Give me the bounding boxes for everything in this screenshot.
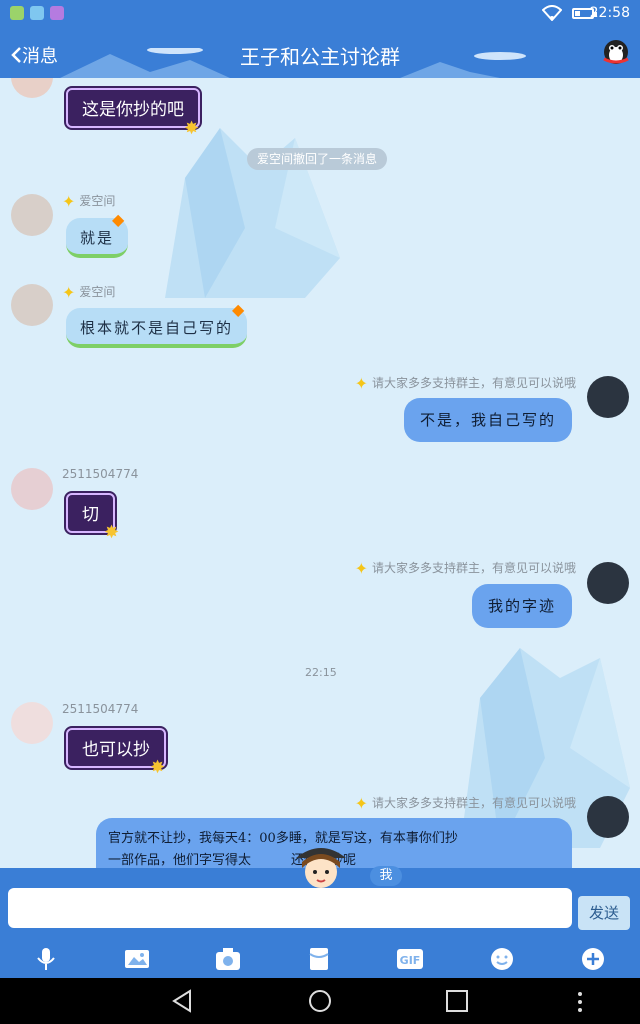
message-bubble[interactable]: 我的字迹 xyxy=(471,584,572,628)
kite-decoration-icon: ◆ xyxy=(232,300,245,319)
nav-recents-icon[interactable] xyxy=(444,988,470,1014)
plus-icon[interactable] xyxy=(578,946,608,972)
member-badge-icon: ✦ xyxy=(62,283,76,302)
message-bubble[interactable]: 这是你抄的吧 xyxy=(64,86,202,130)
system-message: 爱空间撤回了一条消息 xyxy=(247,148,388,170)
avatar[interactable] xyxy=(587,562,629,604)
message-input[interactable] xyxy=(8,888,572,928)
member-badge-icon: ✦ xyxy=(62,192,76,211)
chat-area[interactable]: 这是你抄的吧 ✸ 爱空间撤回了一条消息 ✦ 爱空间 就是 ◆ ✦ 爱空间 根本就不是… xyxy=(0,78,640,868)
timestamp: 22:15 xyxy=(305,666,337,679)
me-label: 我 xyxy=(370,866,402,886)
camera-icon[interactable] xyxy=(213,946,243,972)
message-bubble[interactable]: 不是，我自己写的 xyxy=(403,398,572,442)
iceberg-background xyxy=(165,128,340,298)
nav-menu-icon[interactable] xyxy=(572,990,588,1014)
send-button[interactable]: 发送 xyxy=(578,896,630,930)
member-badge-icon: ✦ xyxy=(354,794,368,813)
avatar[interactable] xyxy=(11,78,53,98)
sender-name: 2511504774 xyxy=(62,467,139,481)
avatar[interactable] xyxy=(11,284,53,326)
app-notification-icon xyxy=(30,6,44,20)
cartoon-mascot-icon xyxy=(296,848,346,888)
status-time: 22:58 xyxy=(589,5,630,21)
picture-icon[interactable] xyxy=(122,946,152,972)
star-decoration-icon: ✸ xyxy=(104,522,120,543)
svg-text:GIF: GIF xyxy=(400,954,421,967)
avatar[interactable] xyxy=(587,376,629,418)
message-bubble[interactable]: 根本就不是自己写的 xyxy=(66,308,248,348)
star-decoration-icon: ✸ xyxy=(184,118,200,139)
member-badge-icon: ✦ xyxy=(354,374,368,393)
avatar[interactable] xyxy=(11,702,53,744)
sender-name: ✦ 爱空间 xyxy=(62,283,116,302)
avatar[interactable] xyxy=(587,796,629,838)
header: 消息 王子和公主讨论群 xyxy=(0,28,640,78)
nav-back-icon[interactable] xyxy=(170,988,196,1014)
avatar[interactable] xyxy=(11,194,53,236)
wifi-icon xyxy=(542,5,562,21)
sender-name: 2511504774 xyxy=(62,702,139,716)
avatar[interactable] xyxy=(11,468,53,510)
sender-name: ✦ 请大家多多支持群主，有意见可以说哦 xyxy=(354,794,576,813)
app-notification-icon xyxy=(50,6,64,20)
kite-decoration-icon: ◆ xyxy=(112,210,125,229)
app-notification-icon xyxy=(10,6,24,20)
status-bar: 22:58 xyxy=(0,0,640,28)
gif-icon[interactable]: GIF xyxy=(395,946,425,972)
sender-name: ✦ 请大家多多支持群主，有意见可以说哦 xyxy=(354,374,576,393)
group-profile-icon[interactable] xyxy=(600,37,632,67)
sender-name: ✦ 请大家多多支持群主，有意见可以说哦 xyxy=(354,559,576,578)
member-badge-icon: ✦ xyxy=(354,559,368,578)
emoji-icon[interactable] xyxy=(487,946,517,972)
sender-name: ✦ 爱空间 xyxy=(62,192,116,211)
microphone-icon[interactable] xyxy=(31,946,61,972)
star-decoration-icon: ✸ xyxy=(150,757,166,778)
red-packet-icon[interactable] xyxy=(304,946,334,972)
nav-home-icon[interactable] xyxy=(307,988,333,1014)
chat-title: 王子和公主讨论群 xyxy=(240,45,400,69)
